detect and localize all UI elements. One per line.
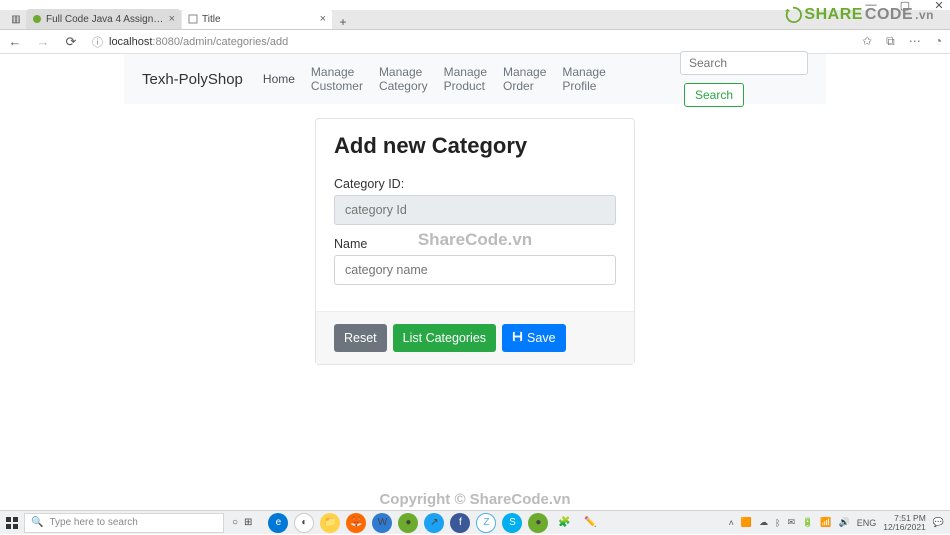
nav-manage-product[interactable]: Manage Product bbox=[444, 65, 487, 94]
nav-manage-profile[interactable]: Manage Profile bbox=[562, 65, 605, 94]
tray-lang[interactable]: ENG bbox=[857, 518, 877, 528]
taskbar-app-misc1[interactable]: 🧩 bbox=[554, 513, 574, 533]
new-tab-button[interactable]: + bbox=[333, 15, 353, 29]
taskbar-app-fb[interactable]: f bbox=[450, 513, 470, 533]
input-category-name[interactable] bbox=[334, 255, 616, 285]
taskbar-app-zalo[interactable]: Z bbox=[476, 513, 496, 533]
tray-volume-icon[interactable]: 🔊 bbox=[839, 517, 850, 528]
taskbar-app-spring2[interactable]: ● bbox=[528, 513, 548, 533]
extensions-icon[interactable]: ⋯ bbox=[909, 34, 921, 49]
reload-icon[interactable]: ⟳ bbox=[64, 35, 78, 49]
tray-app-icon[interactable]: 🟧 bbox=[741, 517, 752, 528]
tab-close-icon[interactable]: × bbox=[320, 13, 326, 25]
nav-manage-order[interactable]: Manage Order bbox=[503, 65, 546, 94]
reset-button[interactable]: Reset bbox=[334, 324, 387, 352]
tab-title: Title bbox=[202, 14, 316, 25]
navbar-search-button[interactable]: Search bbox=[684, 83, 744, 107]
taskbar-app-eclipse[interactable]: ◐ bbox=[294, 513, 314, 533]
window-minimize[interactable]: — bbox=[866, 0, 876, 10]
save-icon bbox=[512, 331, 523, 345]
back-icon[interactable]: ← bbox=[8, 35, 22, 49]
list-categories-button[interactable]: List Categories bbox=[393, 324, 496, 352]
window-maximize[interactable]: ▢ bbox=[900, 0, 910, 10]
watermark-copyright: Copyright © ShareCode.vn bbox=[379, 491, 570, 508]
browser-tab-active[interactable]: Title × bbox=[182, 9, 332, 29]
tray-overflow-icon[interactable]: ˄ bbox=[729, 518, 734, 528]
brand[interactable]: Texh-PolyShop bbox=[142, 71, 243, 88]
tray-bluetooth-icon[interactable]: ᛒ bbox=[775, 518, 780, 528]
input-category-id[interactable] bbox=[334, 195, 616, 225]
taskbar-app-files[interactable]: 📁 bbox=[320, 513, 340, 533]
label-category-name: Name bbox=[334, 237, 616, 251]
tray-msg-icon[interactable]: ✉ bbox=[788, 517, 796, 528]
taskview-icon[interactable]: ⊞ bbox=[244, 517, 252, 528]
tray-wifi-icon[interactable]: 📶 bbox=[820, 517, 831, 528]
save-button[interactable]: Save bbox=[502, 324, 566, 352]
cortana-icon[interactable]: ○ bbox=[232, 517, 238, 528]
card-title: Add new Category bbox=[316, 119, 634, 169]
taskbar-search-placeholder: Type here to search bbox=[49, 517, 137, 528]
url-path: /admin/categories/add bbox=[180, 36, 288, 48]
window-close[interactable]: ✕ bbox=[934, 0, 944, 10]
taskbar-app-firefox[interactable]: 🦊 bbox=[346, 513, 366, 533]
taskbar-search[interactable]: 🔍 Type here to search bbox=[24, 513, 224, 533]
tray-date: 12/16/2021 bbox=[883, 523, 926, 532]
taskbar-app-spring[interactable]: ● bbox=[398, 513, 418, 533]
favorite-icon[interactable]: ✩ bbox=[862, 34, 872, 49]
tray-cloud-icon[interactable]: ☁ bbox=[759, 517, 768, 528]
favicon-icon bbox=[32, 14, 42, 24]
profile-icon[interactable]: ◔ bbox=[935, 34, 942, 49]
tabstrip-sys-icon[interactable]: ▥ bbox=[6, 9, 26, 29]
start-button[interactable] bbox=[0, 511, 24, 535]
taskbar-app-misc2[interactable]: ✏️ bbox=[580, 513, 600, 533]
taskbar-app-share[interactable]: ↗ bbox=[424, 513, 444, 533]
tray-clock[interactable]: 7:51 PM 12/16/2021 bbox=[883, 514, 926, 531]
page-navbar: Texh-PolyShop Home Manage Customer Manag… bbox=[124, 54, 826, 104]
search-icon: 🔍 bbox=[31, 517, 43, 528]
nav-manage-category[interactable]: Manage Category bbox=[379, 65, 428, 94]
nav-home[interactable]: Home bbox=[263, 72, 295, 86]
url-host: localhost bbox=[109, 36, 152, 48]
tray-notifications-icon[interactable]: 💬 bbox=[933, 517, 944, 528]
collections-icon[interactable]: ⧉ bbox=[886, 34, 895, 49]
save-label: Save bbox=[527, 331, 556, 345]
browser-tabstrip: ▥ Full Code Java 4 Assignment SO... × Ti… bbox=[0, 10, 950, 30]
favicon-icon bbox=[188, 14, 198, 24]
taskbar-app-edge[interactable]: e bbox=[268, 513, 288, 533]
taskbar-app-word[interactable]: W bbox=[372, 513, 392, 533]
url-input[interactable]: ⓘ localhost:8080/admin/categories/add bbox=[92, 34, 848, 50]
tray-battery-icon[interactable]: 🔋 bbox=[802, 517, 813, 528]
nav-manage-customer[interactable]: Manage Customer bbox=[311, 65, 363, 94]
url-port: :8080 bbox=[152, 36, 180, 48]
tab-close-icon[interactable]: × bbox=[169, 13, 175, 25]
windows-taskbar: 🔍 Type here to search ○ ⊞ e ◐ 📁 🦊 W ● ↗ … bbox=[0, 510, 950, 534]
add-category-card: Add new Category Category ID: Name Reset… bbox=[315, 118, 635, 365]
site-info-icon[interactable]: ⓘ bbox=[92, 34, 103, 50]
tab-title: Full Code Java 4 Assignment SO... bbox=[46, 14, 165, 25]
forward-icon: → bbox=[36, 35, 50, 49]
taskbar-app-skype[interactable]: S bbox=[502, 513, 522, 533]
browser-tab[interactable]: Full Code Java 4 Assignment SO... × bbox=[26, 9, 181, 29]
navbar-search-input[interactable] bbox=[680, 51, 808, 75]
label-category-id: Category ID: bbox=[334, 177, 616, 191]
